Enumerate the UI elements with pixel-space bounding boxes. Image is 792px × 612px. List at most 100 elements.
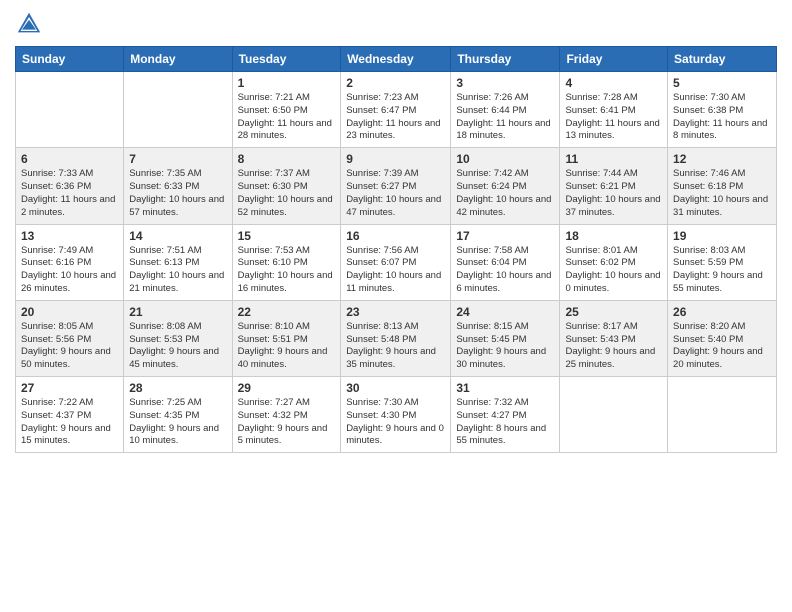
day-cell xyxy=(560,377,668,453)
day-number: 20 xyxy=(21,305,118,319)
day-cell: 6 Sunrise: 7:33 AM Sunset: 6:36 PM Daylig… xyxy=(16,148,124,224)
day-info: Sunrise: 8:20 AM Sunset: 5:40 PM Dayligh… xyxy=(673,321,771,372)
day-number: 18 xyxy=(565,229,662,243)
day-number: 14 xyxy=(129,229,226,243)
day-cell: 14 Sunrise: 7:51 AM Sunset: 6:13 PM Dayli… xyxy=(124,224,232,300)
day-info: Sunrise: 7:51 AM Sunset: 6:13 PM Dayligh… xyxy=(129,245,226,296)
day-info: Sunrise: 7:27 AM Sunset: 4:32 PM Dayligh… xyxy=(238,397,336,448)
page: SundayMondayTuesdayWednesdayThursdayFrid… xyxy=(0,0,792,612)
day-info: Sunrise: 7:26 AM Sunset: 6:44 PM Dayligh… xyxy=(456,92,554,143)
day-cell: 25 Sunrise: 8:17 AM Sunset: 5:43 PM Dayli… xyxy=(560,300,668,376)
day-info: Sunrise: 7:30 AM Sunset: 4:30 PM Dayligh… xyxy=(346,397,445,448)
week-row-0: 1 Sunrise: 7:21 AM Sunset: 6:50 PM Daylig… xyxy=(16,72,777,148)
day-cell: 1 Sunrise: 7:21 AM Sunset: 6:50 PM Daylig… xyxy=(232,72,341,148)
day-number: 2 xyxy=(346,76,445,90)
week-row-2: 13Sunrise: 7:49 AM Sunset: 6:16 PM Dayli… xyxy=(16,224,777,300)
day-info: Sunrise: 7:58 AM Sunset: 6:04 PM Dayligh… xyxy=(456,245,554,296)
day-info: Sunrise: 7:28 AM Sunset: 6:41 PM Dayligh… xyxy=(565,92,662,143)
header-friday: Friday xyxy=(560,47,668,72)
header-saturday: Saturday xyxy=(668,47,777,72)
day-cell xyxy=(124,72,232,148)
day-info: Sunrise: 7:53 AM Sunset: 6:10 PM Dayligh… xyxy=(238,245,336,296)
day-cell: 15 Sunrise: 7:53 AM Sunset: 6:10 PM Dayli… xyxy=(232,224,341,300)
day-cell: 19 Sunrise: 8:03 AM Sunset: 5:59 PM Dayli… xyxy=(668,224,777,300)
day-number: 6 xyxy=(21,152,118,166)
day-cell: 4 Sunrise: 7:28 AM Sunset: 6:41 PM Daylig… xyxy=(560,72,668,148)
day-info: Sunrise: 7:37 AM Sunset: 6:30 PM Dayligh… xyxy=(238,168,336,219)
day-cell: 27 Sunrise: 7:22 AM Sunset: 4:37 PM Dayli… xyxy=(16,377,124,453)
day-number: 12 xyxy=(673,152,771,166)
day-info: Sunrise: 8:17 AM Sunset: 5:43 PM Dayligh… xyxy=(565,321,662,372)
day-cell: 11 Sunrise: 7:44 AM Sunset: 6:21 PM Dayli… xyxy=(560,148,668,224)
day-number: 9 xyxy=(346,152,445,166)
header-sunday: Sunday xyxy=(16,47,124,72)
day-cell: 20 Sunrise: 8:05 AM Sunset: 5:56 PM Dayli… xyxy=(16,300,124,376)
logo-icon xyxy=(15,10,43,38)
day-number: 8 xyxy=(238,152,336,166)
day-info: Sunrise: 7:42 AM Sunset: 6:24 PM Dayligh… xyxy=(456,168,554,219)
day-cell: 31Sunrise: 7:32 AM Sunset: 4:27 PM Dayli… xyxy=(451,377,560,453)
week-row-4: 27 Sunrise: 7:22 AM Sunset: 4:37 PM Dayli… xyxy=(16,377,777,453)
day-cell: 2Sunrise: 7:23 AM Sunset: 6:47 PM Daylig… xyxy=(341,72,451,148)
day-info: Sunrise: 7:39 AM Sunset: 6:27 PM Dayligh… xyxy=(346,168,445,219)
day-cell: 18Sunrise: 8:01 AM Sunset: 6:02 PM Dayli… xyxy=(560,224,668,300)
day-number: 23 xyxy=(346,305,445,319)
day-number: 3 xyxy=(456,76,554,90)
day-number: 7 xyxy=(129,152,226,166)
day-cell: 24Sunrise: 8:15 AM Sunset: 5:45 PM Dayli… xyxy=(451,300,560,376)
day-cell: 13Sunrise: 7:49 AM Sunset: 6:16 PM Dayli… xyxy=(16,224,124,300)
day-info: Sunrise: 7:33 AM Sunset: 6:36 PM Dayligh… xyxy=(21,168,118,219)
day-info: Sunrise: 7:49 AM Sunset: 6:16 PM Dayligh… xyxy=(21,245,118,296)
day-cell xyxy=(668,377,777,453)
header xyxy=(15,10,777,38)
day-cell: 3 Sunrise: 7:26 AM Sunset: 6:44 PM Daylig… xyxy=(451,72,560,148)
day-number: 28 xyxy=(129,381,226,395)
day-cell: 28 Sunrise: 7:25 AM Sunset: 4:35 PM Dayli… xyxy=(124,377,232,453)
day-cell: 5 Sunrise: 7:30 AM Sunset: 6:38 PM Daylig… xyxy=(668,72,777,148)
day-number: 10 xyxy=(456,152,554,166)
day-number: 25 xyxy=(565,305,662,319)
day-cell: 16 Sunrise: 7:56 AM Sunset: 6:07 PM Dayli… xyxy=(341,224,451,300)
day-info: Sunrise: 8:05 AM Sunset: 5:56 PM Dayligh… xyxy=(21,321,118,372)
day-number: 30 xyxy=(346,381,445,395)
day-number: 11 xyxy=(565,152,662,166)
day-number: 17 xyxy=(456,229,554,243)
day-number: 5 xyxy=(673,76,771,90)
day-info: Sunrise: 8:03 AM Sunset: 5:59 PM Dayligh… xyxy=(673,245,771,296)
day-cell: 8 Sunrise: 7:37 AM Sunset: 6:30 PM Daylig… xyxy=(232,148,341,224)
day-number: 27 xyxy=(21,381,118,395)
day-number: 19 xyxy=(673,229,771,243)
day-info: Sunrise: 7:25 AM Sunset: 4:35 PM Dayligh… xyxy=(129,397,226,448)
day-cell: 7 Sunrise: 7:35 AM Sunset: 6:33 PM Daylig… xyxy=(124,148,232,224)
day-number: 29 xyxy=(238,381,336,395)
day-cell: 29 Sunrise: 7:27 AM Sunset: 4:32 PM Dayli… xyxy=(232,377,341,453)
day-cell: 12 Sunrise: 7:46 AM Sunset: 6:18 PM Dayli… xyxy=(668,148,777,224)
day-cell: 26Sunrise: 8:20 AM Sunset: 5:40 PM Dayli… xyxy=(668,300,777,376)
day-number: 22 xyxy=(238,305,336,319)
header-row: SundayMondayTuesdayWednesdayThursdayFrid… xyxy=(16,47,777,72)
day-info: Sunrise: 7:44 AM Sunset: 6:21 PM Dayligh… xyxy=(565,168,662,219)
day-number: 4 xyxy=(565,76,662,90)
day-info: Sunrise: 8:15 AM Sunset: 5:45 PM Dayligh… xyxy=(456,321,554,372)
day-cell: 9 Sunrise: 7:39 AM Sunset: 6:27 PM Daylig… xyxy=(341,148,451,224)
day-info: Sunrise: 8:10 AM Sunset: 5:51 PM Dayligh… xyxy=(238,321,336,372)
day-cell xyxy=(16,72,124,148)
day-info: Sunrise: 7:21 AM Sunset: 6:50 PM Dayligh… xyxy=(238,92,336,143)
day-number: 15 xyxy=(238,229,336,243)
day-info: Sunrise: 7:56 AM Sunset: 6:07 PM Dayligh… xyxy=(346,245,445,296)
day-number: 31 xyxy=(456,381,554,395)
day-info: Sunrise: 7:30 AM Sunset: 6:38 PM Dayligh… xyxy=(673,92,771,143)
day-info: Sunrise: 7:22 AM Sunset: 4:37 PM Dayligh… xyxy=(21,397,118,448)
day-number: 21 xyxy=(129,305,226,319)
day-info: Sunrise: 7:46 AM Sunset: 6:18 PM Dayligh… xyxy=(673,168,771,219)
day-cell: 17 Sunrise: 7:58 AM Sunset: 6:04 PM Dayli… xyxy=(451,224,560,300)
header-wednesday: Wednesday xyxy=(341,47,451,72)
day-number: 1 xyxy=(238,76,336,90)
week-row-3: 20 Sunrise: 8:05 AM Sunset: 5:56 PM Dayli… xyxy=(16,300,777,376)
day-info: Sunrise: 7:35 AM Sunset: 6:33 PM Dayligh… xyxy=(129,168,226,219)
header-thursday: Thursday xyxy=(451,47,560,72)
logo xyxy=(15,10,47,38)
day-cell: 23Sunrise: 8:13 AM Sunset: 5:48 PM Dayli… xyxy=(341,300,451,376)
day-cell: 21Sunrise: 8:08 AM Sunset: 5:53 PM Dayli… xyxy=(124,300,232,376)
day-number: 16 xyxy=(346,229,445,243)
